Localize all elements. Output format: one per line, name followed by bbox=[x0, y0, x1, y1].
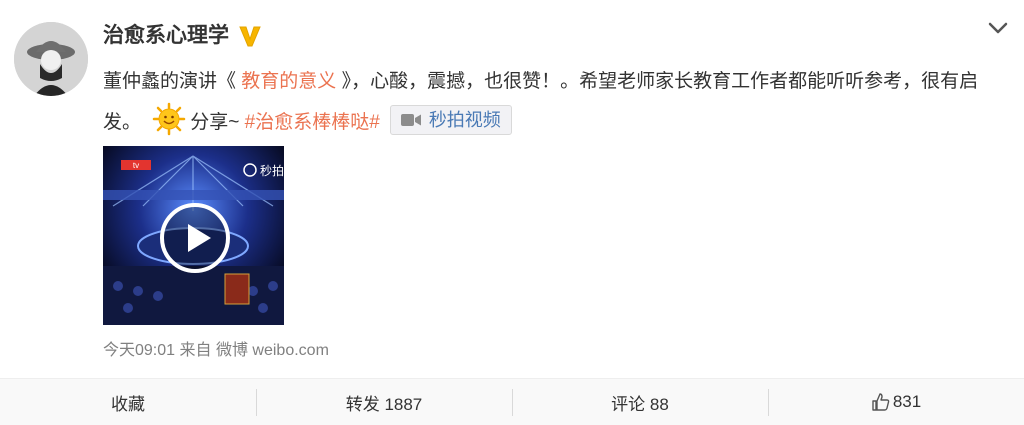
verified-badge-icon bbox=[239, 26, 261, 47]
post-source[interactable]: 微博 weibo.com bbox=[216, 342, 329, 359]
like-count: 831 bbox=[892, 392, 922, 411]
action-bar: 收藏 转发 1887 评论 88 831 bbox=[0, 378, 1024, 425]
sun-emoji-icon bbox=[153, 102, 186, 136]
repost-button[interactable]: 转发 1887 bbox=[256, 379, 512, 425]
thumbs-up-icon bbox=[872, 393, 890, 411]
comment-button[interactable]: 评论 88 bbox=[512, 379, 768, 425]
chevron-down-icon[interactable] bbox=[986, 16, 1010, 40]
username[interactable]: 治愈系心理学 bbox=[103, 22, 263, 50]
like-button[interactable]: 831 bbox=[768, 379, 1024, 425]
username-text[interactable]: 治愈系心理学 bbox=[103, 22, 229, 50]
favorite-label: 收藏 bbox=[111, 394, 145, 414]
video-chip-label: 秒拍视频 bbox=[428, 110, 501, 130]
video-camera-icon bbox=[400, 114, 421, 126]
weibo-post-card: 治愈系心理学 董仲蠡的演讲《 教育的意义 》，心酸，震撼，也很赞！。希望老师家长… bbox=[0, 0, 1024, 425]
video-chip-button[interactable]: 秒拍视频 bbox=[389, 105, 512, 135]
topic-link[interactable]: #治愈系棒棒哒# bbox=[245, 112, 380, 133]
favorite-button[interactable]: 收藏 bbox=[0, 379, 256, 425]
channel-logo-text: tv bbox=[133, 161, 139, 170]
avatar-image bbox=[14, 22, 88, 96]
post-text: 董仲蠡的演讲《 教育的意义 》，心酸，震撼，也很赞！。希望老师家长教育工作者都能… bbox=[103, 62, 1003, 143]
miaopai-logo-text: 秒拍 bbox=[260, 163, 284, 178]
post-link-education[interactable]: 教育的意义 bbox=[241, 71, 336, 92]
post-meta: 今天09:01 来自 微博 weibo.com bbox=[103, 340, 329, 362]
repost-label: 转发 1887 bbox=[345, 394, 423, 414]
source-prefix: 来自 bbox=[179, 342, 212, 359]
share-text: 分享~ bbox=[190, 112, 245, 133]
video-thumbnail[interactable]: tv 秒拍 bbox=[103, 146, 284, 325]
comment-label: 评论 88 bbox=[611, 394, 669, 414]
post-time[interactable]: 今天09:01 bbox=[103, 342, 175, 359]
play-icon[interactable] bbox=[159, 202, 231, 274]
post-text-start: 董仲蠡的演讲《 bbox=[103, 71, 242, 92]
avatar[interactable] bbox=[14, 22, 88, 96]
